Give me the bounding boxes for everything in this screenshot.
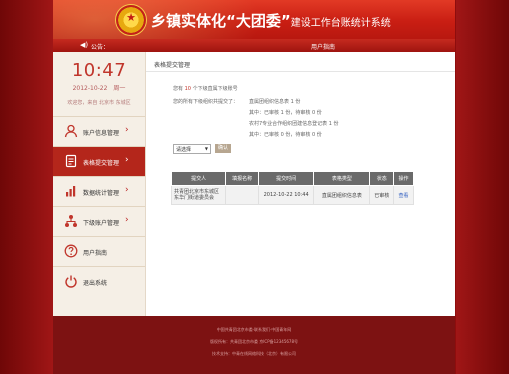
divider <box>146 71 455 72</box>
received-line-1: 直属团组织信息表 1 份 <box>249 99 301 105</box>
column-header[interactable]: 操作 <box>393 171 414 186</box>
background-right <box>456 0 509 374</box>
page-title: 表格提交管理 <box>154 62 191 69</box>
menu-item-statistics[interactable]: 数据统计管理 › <box>53 176 145 206</box>
footer: 中国共青团北京市委·联系我们·中国青年网 版权所有：共青团北京市委 京ICP备1… <box>53 316 455 374</box>
received-line-2: 其中：已审核 1 份，待审核 0 份 <box>249 110 322 116</box>
filter-select-value: 请选择 <box>176 147 192 153</box>
footer-tech-support: 技术支持：中青在线网络科技（北京）有限公司 <box>212 351 296 356</box>
cell-action: 查看 <box>393 185 414 205</box>
footer-links: 中国共青团北京市委·联系我们·中国青年网 <box>216 327 292 332</box>
sidebar: 10:47 2012-10-22 周一 欢迎您，来自 北京市 东城区 账户信息管… <box>53 52 146 316</box>
user-greeting: 欢迎您，来自 北京市 东城区 <box>67 100 131 106</box>
menu-item-label: 账户信息管理 <box>83 130 120 137</box>
column-header[interactable]: 填报名称 <box>225 171 259 186</box>
menu-item-label: 下级账户管理 <box>83 220 120 227</box>
menu-item-label: 表格提交管理 <box>83 160 120 167</box>
notice-guide-link[interactable]: 用户指南 <box>311 42 335 51</box>
menu-item-logout[interactable]: 退出系统 <box>53 266 145 296</box>
bar-chart-icon <box>64 184 78 198</box>
received-label: 您的所有下级组织共提交了： <box>173 99 239 105</box>
chevron-right-icon: › <box>125 185 129 195</box>
cell-time: 2012-10-22 10:44 <box>257 185 315 205</box>
chevron-right-icon: › <box>125 215 129 225</box>
menu-item-label: 用户指南 <box>83 250 108 257</box>
summary-line: 您有 10 个下级直属下级账号 <box>173 85 238 92</box>
notice-label: 公告： <box>91 44 110 51</box>
document-icon <box>64 154 78 168</box>
filter-select[interactable]: 请选择 ▼ <box>173 144 211 154</box>
header-banner: ★ 乡镇实体化“大团委”建设工作台账统计系统 <box>53 0 455 39</box>
power-icon <box>64 274 78 288</box>
cell-status: 已审核 <box>369 185 394 205</box>
clock-time: 10:47 <box>71 60 127 81</box>
main-content: 表格提交管理 您有 10 个下级直属下级账号 您的所有下级组织共提交了： 直属团… <box>146 52 455 316</box>
confirm-button[interactable]: 确认 <box>215 144 231 153</box>
footer-copyright: 版权所有：共青团北京市委 京ICP备12345678号 <box>209 339 298 344</box>
menu-item-form-submit[interactable]: 表格提交管理 › <box>53 146 145 176</box>
org-tree-icon <box>64 214 78 228</box>
clock-panel: 10:47 2012-10-22 周一 欢迎您，来自 北京市 东城区 <box>53 52 145 116</box>
user-icon <box>64 124 78 138</box>
clock-date: 2012-10-22 周一 <box>72 85 126 92</box>
chevron-right-icon: › <box>125 155 129 165</box>
speaker-icon: ◀) <box>80 41 89 49</box>
received-line-4: 其中：已审核 0 份，待审核 0 份 <box>249 132 322 138</box>
menu-item-label: 数据统计管理 <box>83 190 120 197</box>
column-header[interactable]: 提交人 <box>170 171 227 186</box>
menu-item-user-guide[interactable]: 用户指南 <box>53 236 145 266</box>
help-icon <box>64 244 78 258</box>
league-emblem-icon: ★ <box>115 4 147 36</box>
table-row: 共青团北京市东城区东华门街道委员会 2012-10-22 10:44 直属团组织… <box>170 185 414 205</box>
app-title-main: 乡镇实体化“大团委” <box>151 12 291 30</box>
received-line-3: 农村7专业合作组织团建信息登记表 1 份 <box>249 121 339 127</box>
app-frame: ★ 乡镇实体化“大团委”建设工作台账统计系统 ◀) 公告： 用户指南 10:47… <box>53 0 455 374</box>
menu-item-sub-accounts[interactable]: 下级账户管理 › <box>53 206 145 236</box>
dropdown-arrow-icon: ▼ <box>204 146 208 151</box>
menu-item-label: 退出系统 <box>83 280 108 287</box>
cell-type: 直属团组织信息表 <box>313 185 371 205</box>
submission-table: 提交人 填报名称 提交时间 表格类型 状态 操作 共青团北京市东城区东华门街道委… <box>170 171 414 205</box>
app-title: 乡镇实体化“大团委”建设工作台账统计系统 <box>151 10 391 31</box>
view-link[interactable]: 查看 <box>398 193 408 199</box>
cell-name <box>225 185 259 205</box>
background-left <box>0 0 53 374</box>
summary-count: 10 <box>184 86 191 92</box>
summary-prefix: 您有 <box>173 86 184 92</box>
app-title-sub: 建设工作台账统计系统 <box>290 18 391 29</box>
notice-bar: ◀) 公告： 用户指南 <box>53 39 455 52</box>
cell-submitter: 共青团北京市东城区东华门街道委员会 <box>170 185 227 205</box>
column-header[interactable]: 表格类型 <box>313 171 371 186</box>
menu-item-account-info[interactable]: 账户信息管理 › <box>53 116 145 146</box>
chevron-right-icon: › <box>125 125 129 135</box>
table-header-row: 提交人 填报名称 提交时间 表格类型 状态 操作 <box>170 171 414 186</box>
column-header[interactable]: 状态 <box>369 171 394 186</box>
summary-suffix: 个下级直属下级账号 <box>192 86 238 92</box>
column-header[interactable]: 提交时间 <box>257 171 315 186</box>
